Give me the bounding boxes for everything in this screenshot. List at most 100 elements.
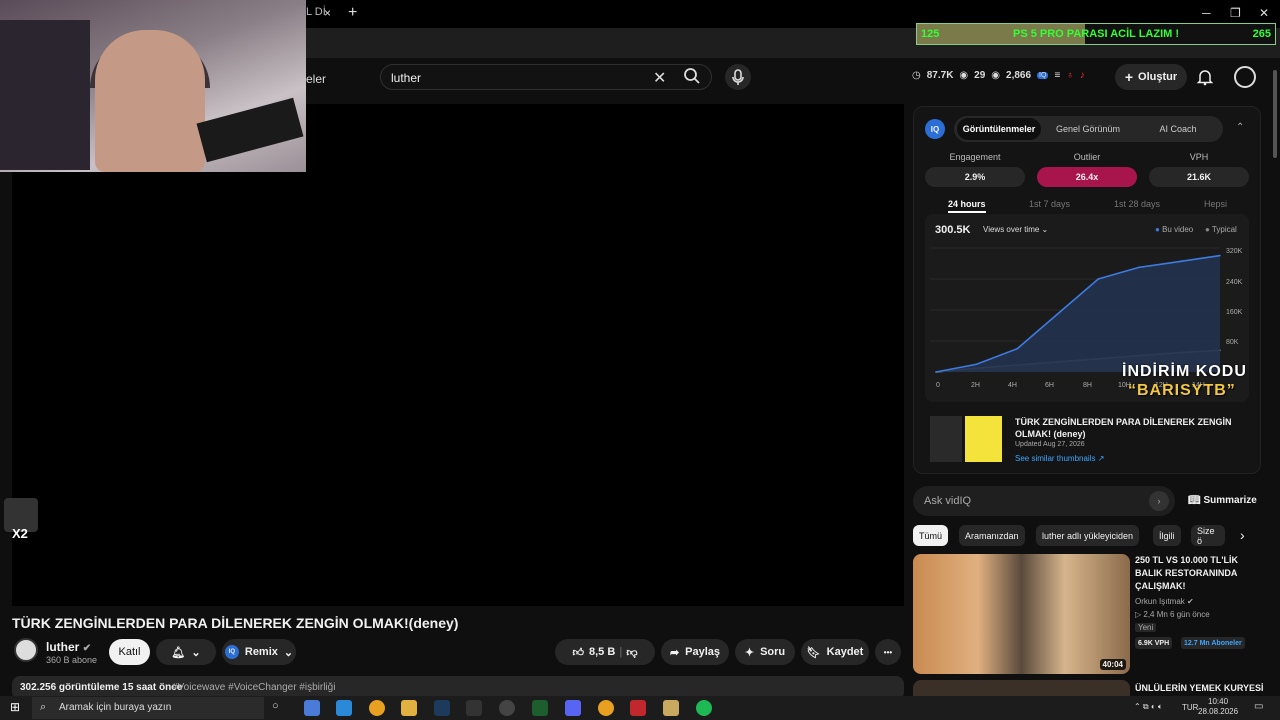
vidiq-small-icon[interactable]: IQ	[1037, 72, 1049, 79]
alert-icon[interactable]: ♪	[1080, 70, 1085, 81]
account-avatar[interactable]	[1234, 66, 1256, 88]
ask-button[interactable]: ✦ Soru	[735, 639, 795, 665]
taskbar-clock[interactable]: 10:40 28.08.2026	[1198, 697, 1238, 717]
save-label: Kaydet	[826, 646, 864, 658]
app-icon-3[interactable]	[532, 700, 548, 716]
spotify-icon[interactable]	[696, 700, 712, 716]
search-icon: ⌕	[40, 701, 47, 713]
data-point	[1138, 266, 1140, 269]
ask-vidiq-field[interactable]: Ask vidIQ ›	[913, 486, 1175, 516]
create-label: Oluştur	[1138, 71, 1178, 83]
taskbar-search[interactable]: ⌕ Aramak için buraya yazın	[32, 697, 264, 719]
vidiq-remix-button[interactable]: IQ Remix ⌄	[222, 639, 296, 665]
minimize-button[interactable]: ─	[1202, 6, 1211, 20]
more-actions-button[interactable]: •••	[875, 639, 901, 665]
metric-vph-value: 21.6K	[1149, 167, 1249, 187]
notifications-bell-icon[interactable]	[1196, 68, 1214, 86]
chrome-active-icon[interactable]	[598, 700, 614, 716]
voice-search-button[interactable]	[725, 64, 751, 90]
list-icon[interactable]: ≡	[1054, 70, 1060, 81]
hashtags[interactable]: #Voicewave #VoiceChanger #işbirliği	[172, 682, 335, 693]
thumbnail-preview-1[interactable]	[930, 416, 962, 462]
app-icon-2[interactable]	[466, 700, 482, 716]
like-dislike-group: 👍︎ 8,5 B | 👎︎	[555, 639, 655, 665]
data-point	[1097, 278, 1100, 280]
tab-views[interactable]: Görüntülenmeler	[957, 118, 1041, 140]
webcam-shelf	[0, 20, 90, 170]
legend-typical: ● Typical	[1205, 225, 1237, 234]
task-view-icon[interactable]: ○	[272, 700, 279, 712]
ask-vidiq-input[interactable]: Ask vidIQ	[924, 495, 971, 507]
obs-icon[interactable]	[499, 700, 515, 716]
chip-from-search[interactable]: Aramanızdan	[959, 525, 1025, 546]
taskbar-search-input[interactable]: Aramak için buraya yazın	[59, 702, 171, 713]
promo-code-value: “BARISYTB”	[1128, 382, 1236, 399]
tab-overview[interactable]: Genel Görünüm	[1045, 118, 1131, 140]
window-close-button[interactable]: ✕	[1259, 6, 1269, 20]
discord-icon[interactable]	[565, 700, 581, 716]
recommendation-title[interactable]: 250 TL VS 10.000 TL'LİK BALIK RESTORANIN…	[1135, 554, 1265, 593]
search-button[interactable]	[683, 67, 707, 87]
like-button[interactable]: 👍︎ 8,5 B	[572, 646, 615, 659]
send-arrow-icon[interactable]: ›	[1149, 491, 1169, 511]
steam-icon[interactable]	[434, 700, 450, 716]
maximize-button[interactable]: ❐	[1230, 6, 1241, 20]
app-icon-4[interactable]	[630, 700, 646, 716]
donation-goal-text: PS 5 PRO PARASI ACİL LAZIM !	[1013, 28, 1180, 40]
verified-icon: ✔	[82, 643, 92, 654]
recommendation-channel[interactable]: Orkun Işıtmak ✔	[1135, 597, 1194, 606]
search-input[interactable]: luther	[391, 71, 421, 85]
range-tab-24h[interactable]: 24 hours	[948, 199, 986, 213]
thumbnail-preview-2[interactable]	[965, 416, 1002, 462]
subscribers-badge: 12.7 Mn Aboneler	[1181, 637, 1245, 649]
card-updated-date: Updated Aug 27, 2026	[1015, 441, 1085, 448]
join-button[interactable]: Katıl	[109, 639, 150, 665]
channel-name[interactable]: luther ✔	[46, 640, 91, 654]
chip-for-you[interactable]: Size ö	[1191, 525, 1225, 546]
similar-thumbnails-link[interactable]: See similar thumbnails ↗	[1015, 454, 1104, 463]
range-tab-7d[interactable]: 1st 7 days	[1029, 199, 1070, 209]
video-player[interactable]	[12, 104, 904, 606]
subscribe-bell-button[interactable]: 🔔︎ ⌄	[156, 639, 216, 665]
file-explorer-icon[interactable]	[401, 700, 417, 716]
clock-date: 28.08.2026	[1198, 707, 1239, 716]
data-point	[1219, 254, 1221, 257]
views-and-date: 302.256 görüntüleme 15 saat önce	[20, 682, 183, 693]
chart-metric-selector[interactable]: Views over time ⌄	[983, 225, 1048, 234]
tab-ai-coach[interactable]: AI Coach	[1135, 118, 1221, 140]
league-icon[interactable]	[663, 700, 679, 716]
recommendation-thumbnail[interactable]: 40:04	[913, 554, 1130, 674]
channel-avatar[interactable]	[14, 638, 38, 662]
share-button[interactable]: ➦ Paylaş	[661, 639, 729, 665]
ask-label: Soru	[760, 646, 786, 658]
chip-all[interactable]: Tümü	[913, 525, 949, 546]
notification-center-icon[interactable]: ▭	[1254, 701, 1263, 712]
windows-start-icon[interactable]: ⊞	[10, 700, 20, 714]
summarize-button[interactable]: 📖︎ Summarize	[1188, 495, 1257, 506]
x-tick-0: 0	[936, 382, 940, 389]
chrome-icon[interactable]	[369, 700, 385, 716]
chips-next-chevron-icon[interactable]: ›	[1240, 527, 1245, 543]
range-tab-28d[interactable]: 1st 28 days	[1114, 199, 1160, 209]
range-tab-all[interactable]: Hepsi	[1204, 199, 1227, 209]
search-box[interactable]: luther ✕	[380, 64, 712, 90]
browser-tab-title[interactable]: L Dİ	[306, 6, 326, 18]
bulb-icon[interactable]: ♁	[1066, 70, 1074, 81]
streamer-webcam	[0, 0, 306, 172]
tab-close-icon[interactable]: ×	[324, 6, 331, 20]
thumbs-down-icon[interactable]: 👎︎	[626, 646, 637, 659]
create-button[interactable]: + Oluştur	[1115, 64, 1187, 90]
language-indicator[interactable]: TUR	[1182, 703, 1198, 712]
recommendation-title-2[interactable]: ÜNLÜLERİN YEMEK KURYESİ	[1135, 683, 1264, 693]
clear-search-icon[interactable]: ✕	[653, 68, 666, 88]
app-icon-1[interactable]	[304, 700, 320, 716]
x-tick-2h: 2H	[971, 382, 980, 389]
collapse-chevron-icon[interactable]: ⌃	[1236, 122, 1244, 133]
new-tab-button[interactable]: +	[348, 4, 357, 22]
save-button[interactable]: 🔖︎ Kaydet	[801, 639, 869, 665]
chip-related[interactable]: İlgili	[1153, 525, 1181, 546]
chip-from-uploader[interactable]: luther adlı yükleyiciden	[1036, 525, 1140, 546]
system-tray-icons[interactable]: ⌃ ⧉ ◐ 🔈︎	[1134, 702, 1163, 712]
page-scrollbar[interactable]	[1273, 70, 1277, 158]
store-icon[interactable]	[336, 700, 352, 716]
